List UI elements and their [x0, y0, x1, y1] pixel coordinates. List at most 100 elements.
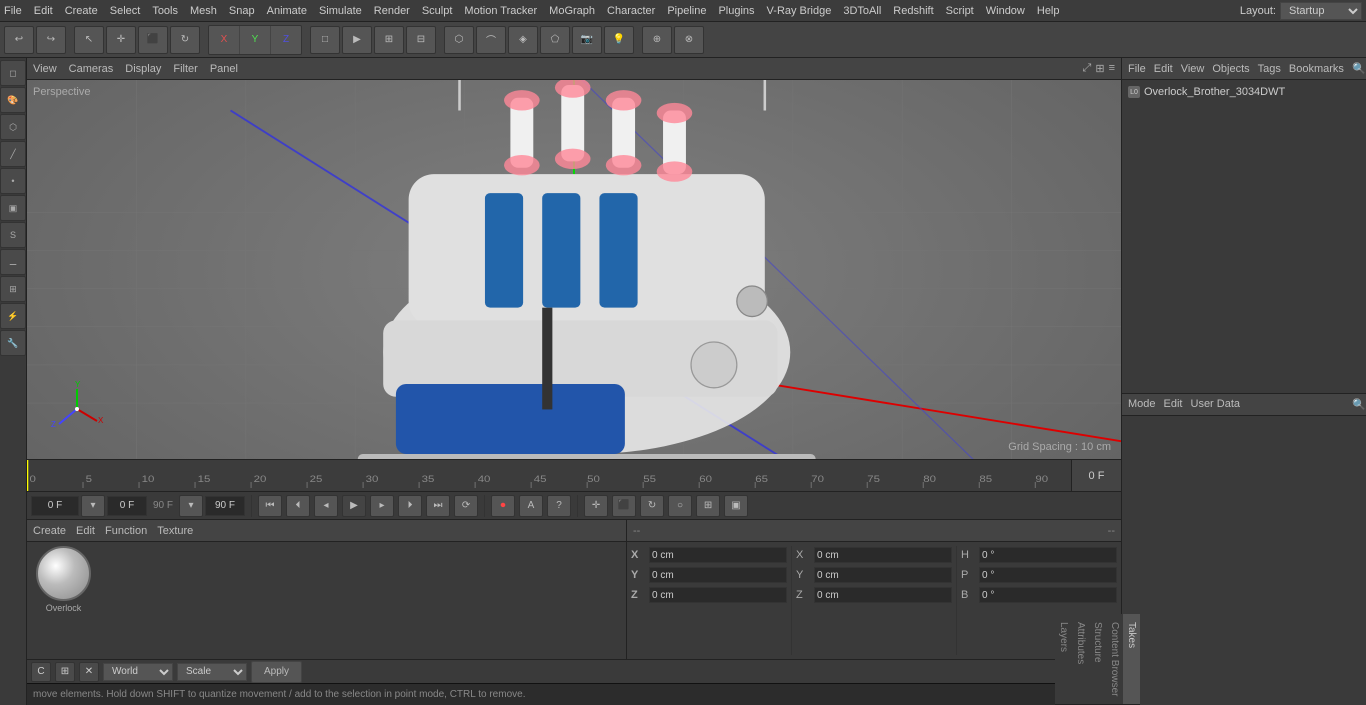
- go-start-button[interactable]: ⏮: [258, 495, 282, 517]
- x-position-field[interactable]: [649, 547, 787, 563]
- scale-tool-pb-button[interactable]: ⬛: [612, 495, 636, 517]
- loop-button[interactable]: ⟳: [454, 495, 478, 517]
- scale-dropdown[interactable]: Scale: [177, 663, 247, 681]
- x-axis-button[interactable]: X: [209, 26, 239, 54]
- bottom-icon-3[interactable]: ✕: [79, 662, 99, 682]
- h-field[interactable]: [979, 547, 1117, 563]
- frame-step-up[interactable]: ▾: [179, 495, 203, 517]
- magnet-button[interactable]: 🔧: [0, 330, 26, 356]
- prev-frame-button[interactable]: ⏴: [286, 495, 310, 517]
- prev-keyframe-button[interactable]: ◂: [314, 495, 338, 517]
- menu-file[interactable]: File: [4, 5, 22, 17]
- obj-search-icon[interactable]: 🔍: [1352, 62, 1366, 75]
- spline-button[interactable]: ⌒: [476, 26, 506, 54]
- redo-button[interactable]: ↪: [36, 26, 66, 54]
- subdivide-button[interactable]: ⊞: [0, 276, 26, 302]
- tab-content-browser[interactable]: Content Browser: [1106, 614, 1123, 705]
- move-tool-button[interactable]: ✛: [106, 26, 136, 54]
- obj-menu-file[interactable]: File: [1128, 63, 1146, 75]
- menu-create[interactable]: Create: [65, 5, 98, 17]
- record-button[interactable]: ⏺: [491, 495, 515, 517]
- tab-attributes[interactable]: Attributes: [1072, 614, 1089, 705]
- viewport-menu-view[interactable]: View: [33, 63, 57, 75]
- object-pb-button[interactable]: ○: [668, 495, 692, 517]
- viewport-menu-panel[interactable]: Panel: [210, 63, 238, 75]
- viewport-expand-icon[interactable]: ⤢: [1083, 62, 1092, 75]
- z-position-field[interactable]: [649, 587, 787, 603]
- mirror-button[interactable]: ⚡: [0, 303, 26, 329]
- nurbs-button[interactable]: ◈: [508, 26, 538, 54]
- texture-mode-button[interactable]: ▣: [0, 195, 26, 221]
- menu-plugins[interactable]: Plugins: [718, 5, 754, 17]
- obj-menu-edit[interactable]: Edit: [1154, 63, 1173, 75]
- viewport-menu-display[interactable]: Display: [125, 63, 161, 75]
- rotate-tool-pb-button[interactable]: ↻: [640, 495, 664, 517]
- tab-takes[interactable]: Takes: [1123, 614, 1140, 705]
- menu-character[interactable]: Character: [607, 5, 655, 17]
- obj-menu-objects[interactable]: Objects: [1212, 63, 1249, 75]
- menu-pipeline[interactable]: Pipeline: [667, 5, 706, 17]
- apply-button[interactable]: Apply: [251, 661, 302, 683]
- viewport-menu-filter[interactable]: Filter: [173, 63, 197, 75]
- light-button[interactable]: 💡: [604, 26, 634, 54]
- play-button[interactable]: ▶: [342, 495, 366, 517]
- menu-edit[interactable]: Edit: [34, 5, 53, 17]
- render-button[interactable]: ▶: [342, 26, 372, 54]
- next-keyframe-button[interactable]: ▸: [370, 495, 394, 517]
- viewport-layout-icon[interactable]: ⊞: [1095, 62, 1104, 75]
- menu-help[interactable]: Help: [1037, 5, 1060, 17]
- object-item-overlock[interactable]: L0 Overlock_Brother_3034DWT: [1124, 82, 1366, 102]
- world-dropdown[interactable]: World: [103, 663, 173, 681]
- menu-snap[interactable]: Snap: [229, 5, 255, 17]
- timeline-ruler[interactable]: 0 5 10 15 20 25 30 35 40 45 50 55 60 65: [27, 460, 1071, 492]
- menu-select[interactable]: Select: [110, 5, 141, 17]
- menu-mesh[interactable]: Mesh: [190, 5, 217, 17]
- layout-dropdown[interactable]: Startup: [1280, 2, 1362, 20]
- attr-menu-edit[interactable]: Edit: [1164, 398, 1183, 410]
- menu-script[interactable]: Script: [946, 5, 974, 17]
- model-mode-button[interactable]: ◻: [0, 60, 26, 86]
- obj-menu-bookmarks[interactable]: Bookmarks: [1289, 63, 1344, 75]
- x-size-field[interactable]: [814, 547, 952, 563]
- mat-menu-texture[interactable]: Texture: [157, 525, 193, 537]
- move-snap-button[interactable]: ⊕: [642, 26, 672, 54]
- next-frame-button[interactable]: ⏵: [398, 495, 422, 517]
- obj-menu-view[interactable]: View: [1181, 63, 1205, 75]
- p-field[interactable]: [979, 567, 1117, 583]
- edge-button[interactable]: ╱: [0, 141, 26, 167]
- knife-button[interactable]: ⚊: [0, 249, 26, 275]
- cube-button[interactable]: ⬡: [444, 26, 474, 54]
- viewport-menu-cameras[interactable]: Cameras: [69, 63, 114, 75]
- cinema4d-icon[interactable]: C: [31, 662, 51, 682]
- menu-render[interactable]: Render: [374, 5, 410, 17]
- y-position-field[interactable]: [649, 567, 787, 583]
- grid-pb-button[interactable]: ⊞: [696, 495, 720, 517]
- move-tool-pb-button[interactable]: ✛: [584, 495, 608, 517]
- frame-start-field[interactable]: [31, 496, 79, 516]
- polygon-button[interactable]: ⬡: [0, 114, 26, 140]
- y-axis-button[interactable]: Y: [240, 26, 270, 54]
- select-tool-button[interactable]: ↖: [74, 26, 104, 54]
- paint-button[interactable]: 🎨: [0, 87, 26, 113]
- camera-button[interactable]: 📷: [572, 26, 602, 54]
- render-view-button[interactable]: ⊟: [406, 26, 436, 54]
- material-item[interactable]: Overlock: [31, 546, 96, 613]
- rotate-tool-button[interactable]: ↻: [170, 26, 200, 54]
- z-axis-button[interactable]: Z: [271, 26, 301, 54]
- menu-motion-tracker[interactable]: Motion Tracker: [464, 5, 537, 17]
- menu-animate[interactable]: Animate: [267, 5, 307, 17]
- mat-menu-edit[interactable]: Edit: [76, 525, 95, 537]
- render-region-button[interactable]: ⊞: [374, 26, 404, 54]
- point-button[interactable]: •: [0, 168, 26, 194]
- menu-tools[interactable]: Tools: [152, 5, 178, 17]
- menu-mograph[interactable]: MoGraph: [549, 5, 595, 17]
- mat-menu-create[interactable]: Create: [33, 525, 66, 537]
- menu-sculpt[interactable]: Sculpt: [422, 5, 453, 17]
- go-end-button[interactable]: ⏭: [426, 495, 450, 517]
- obj-menu-tags[interactable]: Tags: [1258, 63, 1281, 75]
- spline-tool-button[interactable]: S: [0, 222, 26, 248]
- frame-step-down[interactable]: ▾: [81, 495, 105, 517]
- menu-redshift[interactable]: Redshift: [893, 5, 933, 17]
- attr-menu-mode[interactable]: Mode: [1128, 398, 1156, 410]
- b-field[interactable]: [979, 587, 1117, 603]
